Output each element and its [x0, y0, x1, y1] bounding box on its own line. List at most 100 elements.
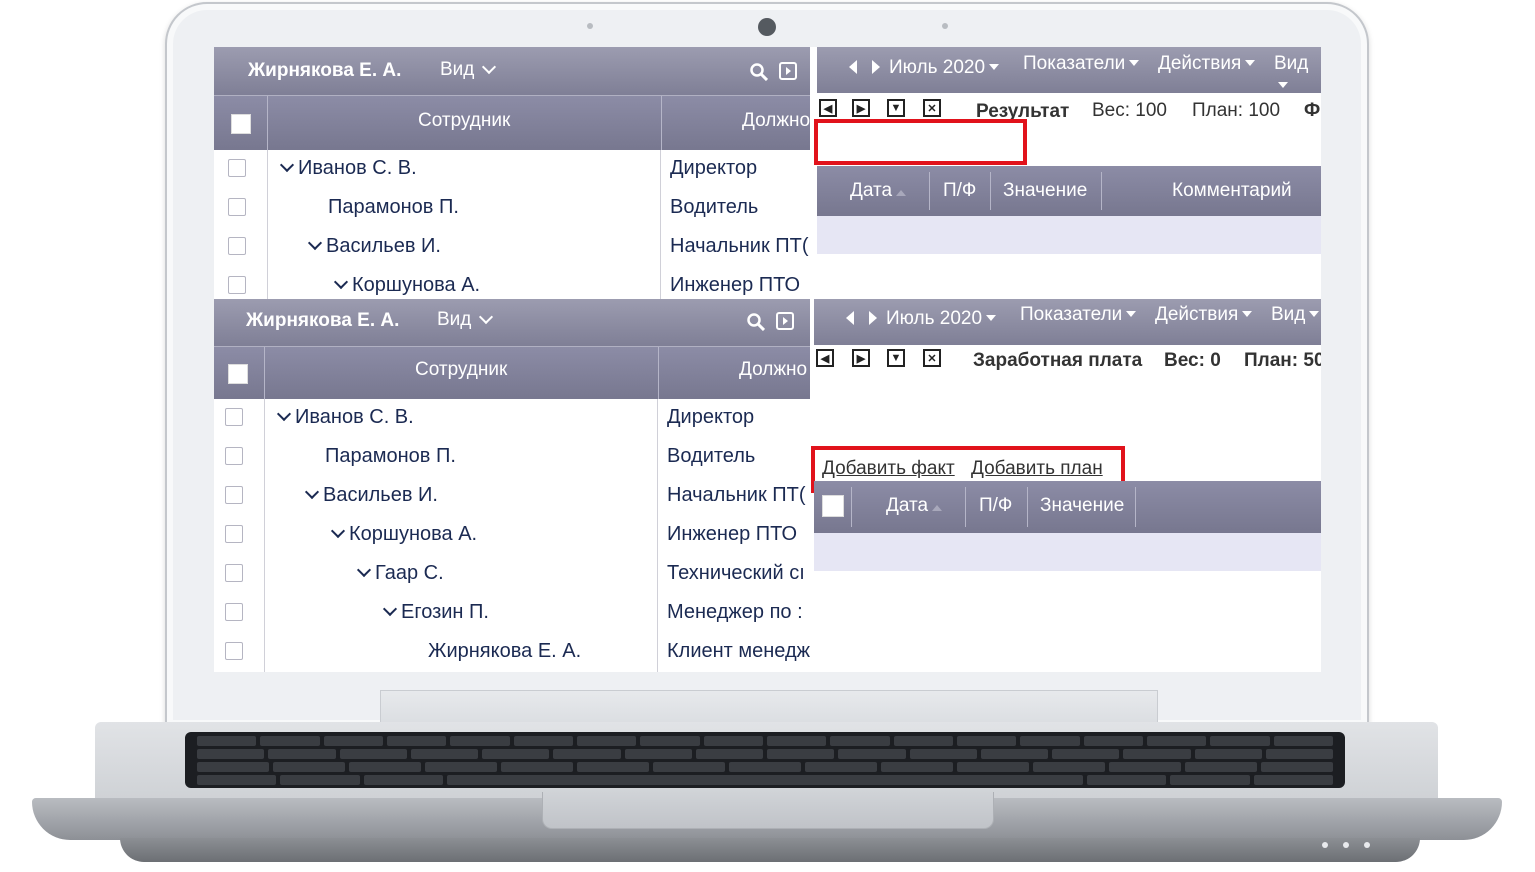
column-pf[interactable]: П/Ф — [979, 495, 1012, 517]
employee-name: Коршунова А. — [349, 523, 478, 545]
table-row[interactable]: Васильев И. Начальник ПТ( — [214, 477, 810, 517]
table-row[interactable]: Иванов С. В. Директор — [214, 399, 810, 439]
prev-icon[interactable]: ◀ — [816, 349, 834, 367]
prev-icon[interactable]: ◀ — [819, 99, 837, 117]
entries-grid-empty-row — [814, 533, 1321, 571]
view-label: Вид — [437, 309, 472, 330]
menu-label: Показатели — [1023, 53, 1126, 74]
column-employee[interactable]: Сотрудник — [415, 359, 507, 381]
prev-month-icon[interactable] — [849, 60, 857, 74]
view-menu-right[interactable]: Вид — [1271, 304, 1320, 326]
laptop-base-bottom — [120, 838, 1420, 862]
chevron-down-icon[interactable] — [276, 406, 292, 422]
employee-position: Начальник ПТ( — [670, 235, 809, 257]
employee-position: Директор — [667, 406, 755, 428]
row-checkbox[interactable] — [225, 447, 243, 465]
view-menu[interactable]: Вид — [437, 309, 497, 331]
next-icon[interactable]: ▶ — [852, 349, 870, 367]
month-selector[interactable]: Июль 2020 — [889, 57, 1000, 79]
add-fact-link[interactable]: Добавить факт — [822, 458, 955, 480]
table-row[interactable]: Парамонов П. Водитель — [214, 189, 810, 229]
table-row[interactable]: Коршунова А. Инженер ПТО — [214, 267, 810, 299]
employee-name: Иванов С. В. — [295, 406, 414, 428]
column-comment[interactable]: Комментарий — [1172, 180, 1292, 202]
table-row[interactable]: Васильев И. Начальник ПТ( — [214, 228, 810, 268]
chevron-down-icon[interactable] — [382, 601, 398, 617]
table-row[interactable]: Егозин П. Менеджер по : — [214, 594, 810, 634]
column-pf[interactable]: П/Ф — [943, 180, 976, 202]
table-row[interactable]: Иванов С. В. Директор — [214, 150, 810, 190]
column-label: Дата — [850, 180, 893, 201]
chevron-down-icon[interactable] — [356, 562, 372, 578]
actions-menu[interactable]: Действия — [1155, 304, 1253, 326]
menu-label: Вид — [1271, 304, 1306, 325]
next-icon[interactable]: ▶ — [852, 99, 870, 117]
employee-position: Технический сı — [667, 562, 805, 584]
chevron-down-icon[interactable] — [279, 157, 295, 173]
current-user: Жирнякова Е. А. — [248, 60, 402, 81]
table-row[interactable]: Жирнякова Е. А. Клиент менедж — [214, 633, 810, 672]
select-all-entries-checkbox[interactable] — [822, 495, 844, 517]
view-menu[interactable]: Вид — [440, 59, 500, 81]
close-icon[interactable]: ✕ — [923, 99, 941, 117]
chevron-down-icon[interactable] — [307, 235, 323, 251]
export-icon[interactable] — [776, 312, 794, 330]
search-icon[interactable] — [747, 313, 765, 331]
sort-icon — [896, 190, 907, 196]
row-checkbox[interactable] — [225, 642, 243, 660]
column-employee[interactable]: Сотрудник — [418, 110, 510, 132]
column-position[interactable]: Должно — [739, 359, 807, 381]
column-date[interactable]: Дата — [886, 495, 943, 517]
next-month-icon[interactable] — [872, 60, 880, 74]
column-date[interactable]: Дата — [850, 180, 907, 202]
filter-icon[interactable]: ▼ — [887, 99, 905, 117]
prev-month-icon[interactable] — [846, 311, 854, 325]
status-led — [1364, 842, 1370, 848]
actions-menu[interactable]: Действия — [1158, 53, 1256, 75]
indicators-menu[interactable]: Показатели — [1020, 304, 1137, 326]
entries-grid-empty-row — [817, 216, 1321, 254]
row-checkbox[interactable] — [225, 603, 243, 621]
select-all-checkbox[interactable] — [228, 364, 248, 384]
employee-name: Васильев И. — [326, 235, 441, 257]
select-all-checkbox[interactable] — [231, 114, 251, 134]
row-checkbox[interactable] — [228, 276, 246, 294]
employee-header: Жирнякова Е. А. Вид — [214, 299, 810, 346]
month-selector[interactable]: Июль 2020 — [886, 308, 997, 330]
export-icon[interactable] — [779, 62, 797, 80]
column-value[interactable]: Значение — [1003, 180, 1087, 202]
screen: Жирнякова Е. А. Вид Сотрудник Должно Ива… — [214, 47, 1321, 672]
sensor-dot — [942, 23, 948, 29]
chevron-down-icon[interactable] — [304, 484, 320, 500]
row-checkbox[interactable] — [225, 564, 243, 582]
row-checkbox[interactable] — [225, 525, 243, 543]
status-led — [1322, 842, 1328, 848]
row-checkbox[interactable] — [225, 486, 243, 504]
row-checkbox[interactable] — [225, 408, 243, 426]
camera — [758, 18, 776, 36]
filter-icon[interactable]: ▼ — [887, 349, 905, 367]
employee-position: Менеджер по : — [667, 601, 803, 623]
table-row[interactable]: Коршунова А. Инженер ПТО — [214, 516, 810, 556]
row-checkbox[interactable] — [228, 198, 246, 216]
employee-list: Иванов С. В. Директор Парамонов П. Водит… — [214, 399, 810, 672]
employee-panel-top: Жирнякова Е. А. Вид Сотрудник Должно Ива… — [214, 47, 810, 299]
add-plan-link[interactable]: Добавить план — [971, 458, 1103, 480]
employee-position: Директор — [670, 157, 758, 179]
chevron-down-icon[interactable] — [330, 523, 346, 539]
indicators-menu[interactable]: Показатели — [1023, 53, 1140, 75]
row-checkbox[interactable] — [228, 237, 246, 255]
close-icon[interactable]: ✕ — [923, 349, 941, 367]
view-menu-right[interactable]: Вид — [1274, 53, 1321, 97]
next-month-icon[interactable] — [869, 311, 877, 325]
search-icon[interactable] — [750, 63, 768, 81]
employee-name: Егозин П. — [401, 601, 489, 623]
employee-panel-bottom: Жирнякова Е. А. Вид Сотрудник Должно Ива… — [214, 299, 810, 672]
row-checkbox[interactable] — [228, 159, 246, 177]
column-position[interactable]: Должно — [742, 110, 810, 132]
current-user: Жирнякова Е. А. — [246, 310, 400, 331]
table-row[interactable]: Гаар С. Технический сı — [214, 555, 810, 595]
table-row[interactable]: Парамонов П. Водитель — [214, 438, 810, 478]
column-value[interactable]: Значение — [1040, 495, 1124, 517]
chevron-down-icon[interactable] — [333, 274, 349, 290]
